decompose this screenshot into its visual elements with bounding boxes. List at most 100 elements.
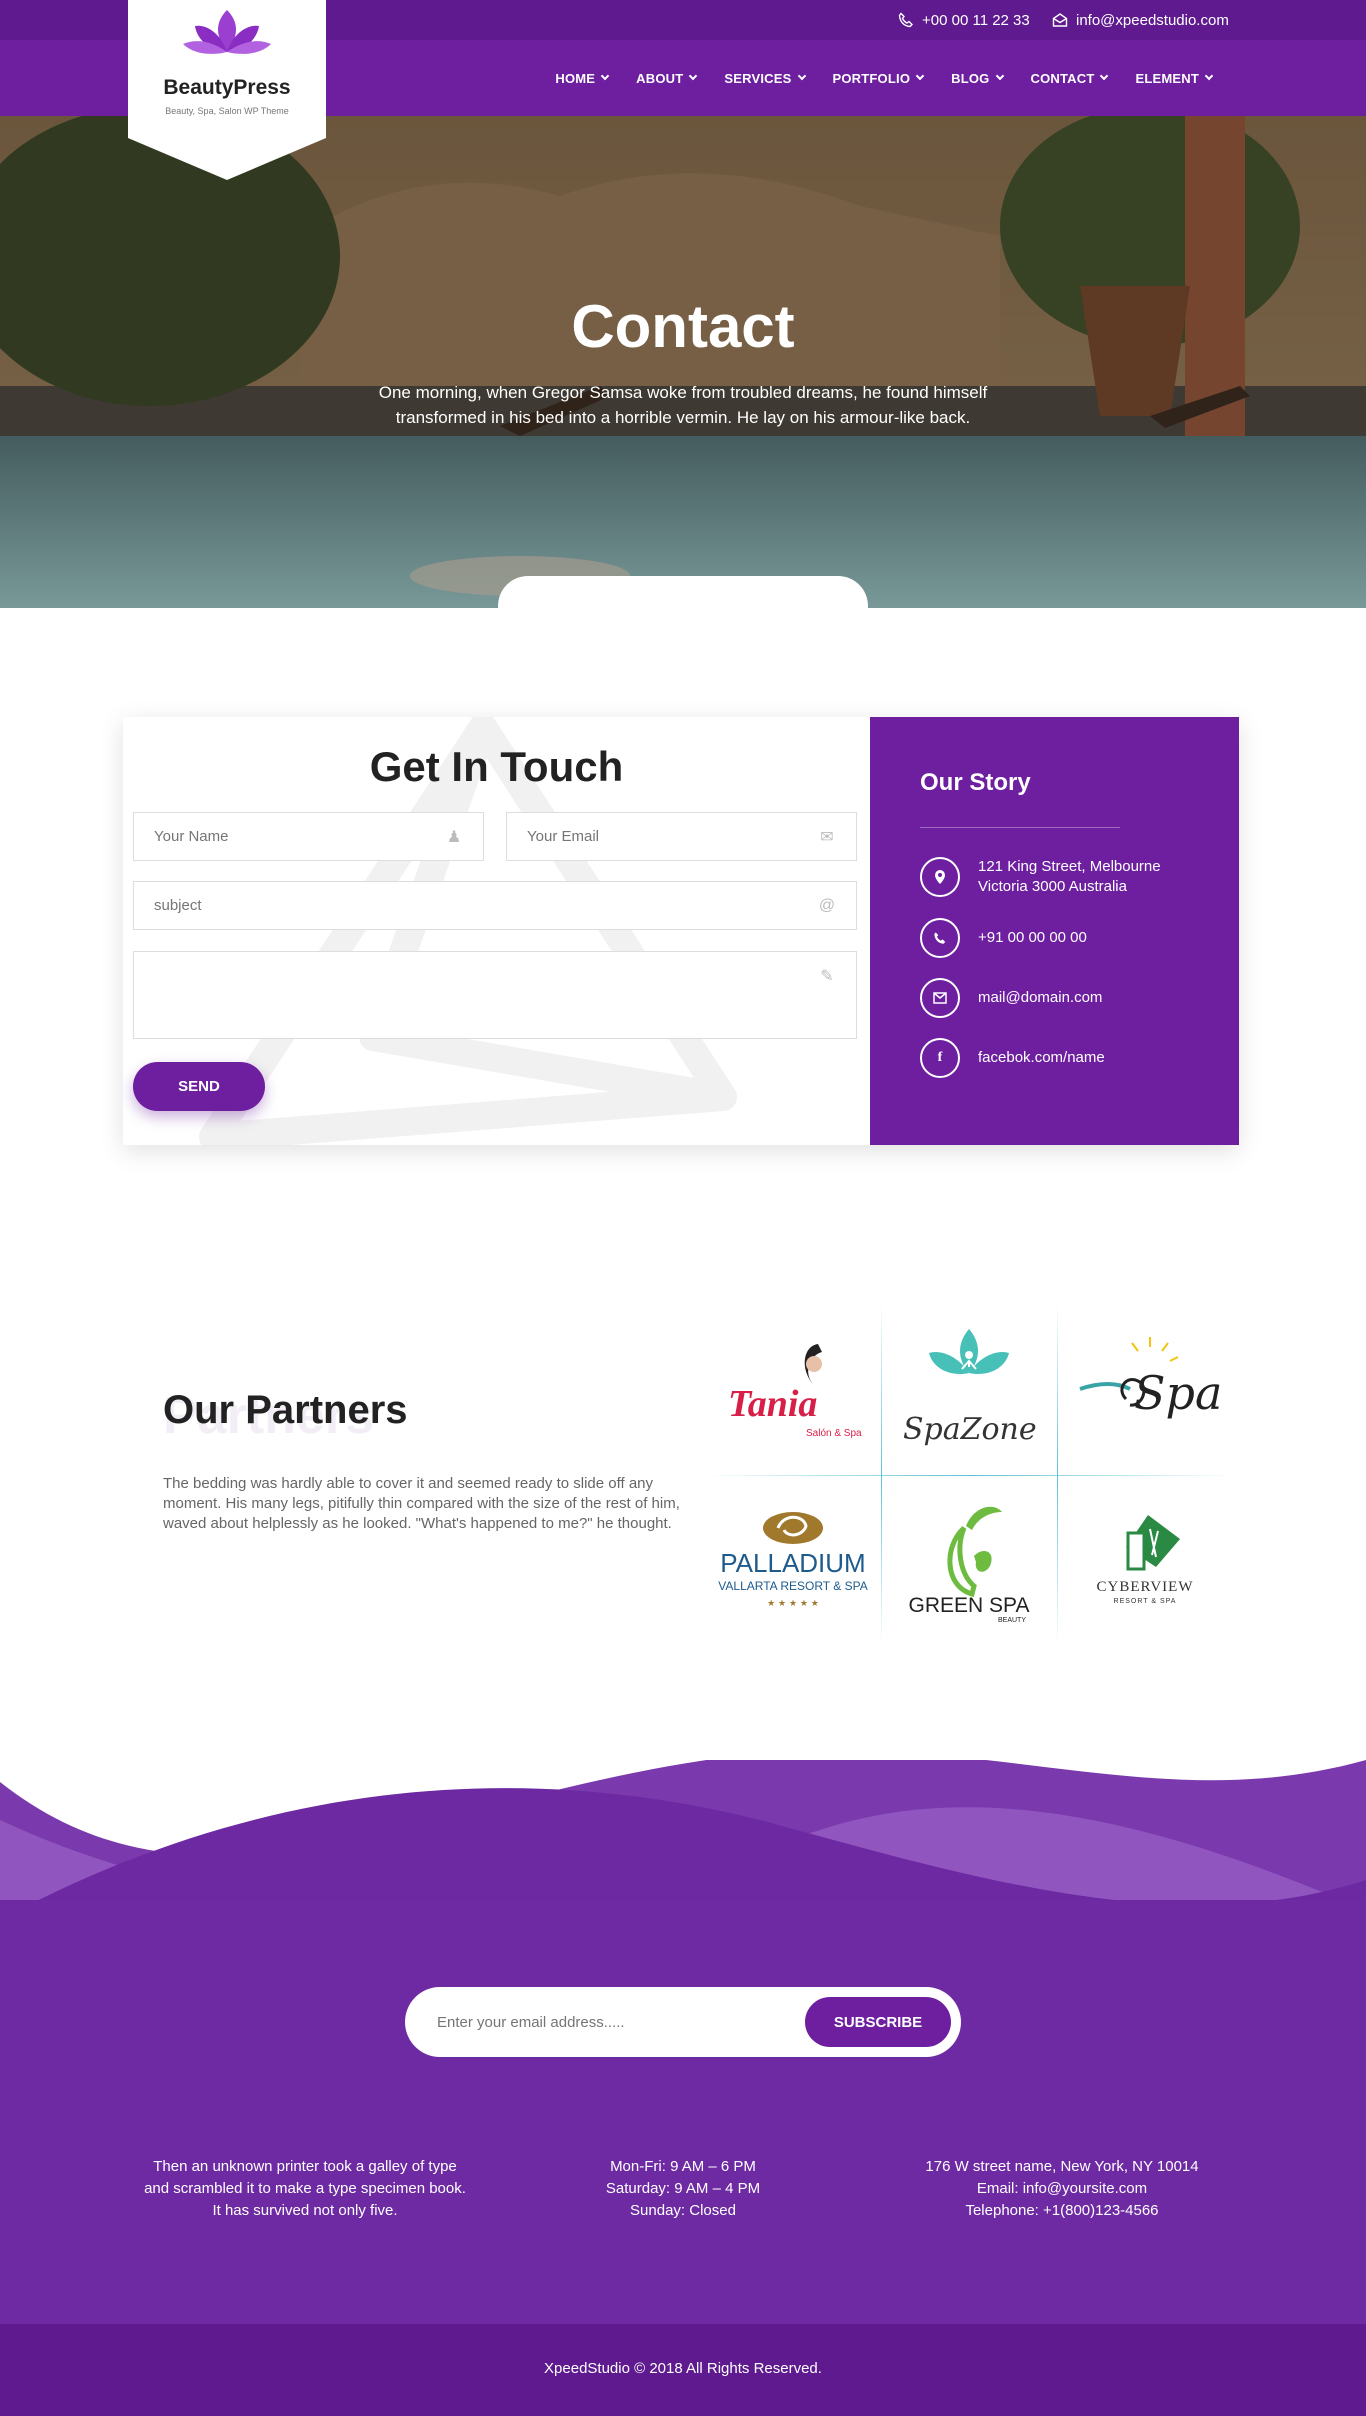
footer-hours: Mon-Fri: 9 AM – 6 PM Saturday: 9 AM – 4 …	[533, 2156, 833, 2222]
chevron-down-icon	[797, 71, 806, 81]
email-input[interactable]	[527, 813, 818, 860]
chevron-down-icon	[600, 71, 610, 81]
hero-overlay	[0, 116, 1366, 608]
hero-banner: Contact One morning, when Gregor Samsa w…	[0, 116, 1366, 608]
story-address: 121 King Street, Melbourne Victoria 3000…	[920, 857, 1178, 897]
email-field[interactable]: ✉	[506, 812, 857, 861]
copyright-text: XpeedStudio © 2018 All Rights Reserved.	[544, 2360, 822, 2377]
contact-card: Get In Touch ♟ ✉ @ ✎ SEND Our Story 121 …	[123, 717, 1239, 1145]
partner-logo-cyberview[interactable]: CYBERVIEW RESORT & SPA	[1057, 1475, 1233, 1647]
partner-logo-name: CYBERVIEW	[1097, 1579, 1194, 1595]
newsletter-email-input[interactable]	[437, 1987, 777, 2057]
story-facebook-text: facebok.com/name	[978, 1049, 1105, 1066]
subject-field[interactable]: @	[133, 881, 857, 930]
partner-logo-sub: RESORT & SPA	[1114, 1598, 1177, 1605]
logo-name: BeautyPress	[163, 76, 291, 99]
chevron-down-icon	[1204, 71, 1214, 81]
topbar-email-text: info@xpeedstudio.com	[1076, 11, 1229, 29]
name-input[interactable]	[154, 813, 445, 860]
footer-contact-line[interactable]: Email: info@yoursite.com	[892, 2178, 1232, 2200]
chevron-down-icon	[915, 71, 925, 81]
footer-hours-line: Sunday: Closed	[630, 2202, 736, 2219]
envelope-open-icon: ✉	[820, 828, 834, 846]
partner-logo-sub: Salón & Spa	[806, 1428, 862, 1439]
nav-item-services[interactable]: SERVICES	[710, 71, 818, 86]
divider	[920, 827, 1120, 828]
topbar-phone[interactable]: +00 00 11 22 33	[898, 0, 1030, 40]
footer-about: Then an unknown printer took a galley of…	[120, 2156, 490, 2222]
footer-about-line: It has survived not only five.	[212, 2202, 398, 2219]
nav-item-contact[interactable]: CONTACT	[1017, 71, 1122, 86]
partners-title: Our Partners	[163, 1388, 408, 1432]
footer-contact-line[interactable]: Telephone: +1(800)123-4566	[892, 2200, 1232, 2222]
footer-contact: 176 W street name, New York, NY 10014 Em…	[892, 2156, 1232, 2222]
nav-label: ABOUT	[636, 70, 684, 86]
partner-logo-grid: Tania Salón & Spa SpaZone Spa PALLADIUM …	[705, 1303, 1233, 1647]
logo-tagline: Beauty, Spa, Salon WP Theme	[165, 106, 289, 116]
partner-logo-name: Tania	[728, 1383, 817, 1425]
tania-logo-icon: Tania Salón & Spa	[728, 1344, 862, 1439]
message-textarea[interactable]	[154, 966, 818, 1038]
partner-logo-spa[interactable]: Spa	[1057, 1303, 1233, 1475]
phone-icon	[898, 12, 913, 28]
phone-icon	[920, 918, 960, 958]
pencil-icon: ✎	[820, 968, 834, 985]
topbar-email[interactable]: info@xpeedstudio.com	[1052, 0, 1229, 40]
chevron-down-icon	[995, 71, 1004, 81]
story-email[interactable]: mail@domain.com	[920, 978, 1102, 1018]
subject-input[interactable]	[154, 882, 818, 929]
nav-label: CONTACT	[1030, 70, 1095, 86]
nav-label: ELEMENT	[1135, 70, 1199, 86]
form-title: Get In Touch	[369, 743, 624, 790]
story-address-text: 121 King Street, Melbourne Victoria 3000…	[978, 858, 1161, 895]
partner-logo-name: PALLADIUM	[720, 1548, 865, 1578]
nav-item-home[interactable]: HOME	[541, 71, 622, 86]
footer-hours-line: Mon-Fri: 9 AM – 6 PM	[610, 2158, 756, 2175]
footer-contact-line: 176 W street name, New York, NY 10014	[925, 2158, 1199, 2175]
nav-item-element[interactable]: ELEMENT	[1121, 71, 1226, 86]
nav-label: HOME	[555, 70, 596, 86]
partners-description: The bedding was hardly able to cover it …	[163, 1475, 680, 1532]
main-nav: HOME ABOUT SERVICES PORTFOLIO BLOG CONTA…	[541, 40, 1226, 116]
topbar-phone-text: +00 00 11 22 33	[922, 11, 1030, 29]
svg-text:★ ★ ★ ★ ★: ★ ★ ★ ★ ★	[767, 1599, 819, 1609]
our-story-panel: Our Story 121 King Street, Melbourne Vic…	[870, 717, 1239, 1145]
partner-logo-green-spa[interactable]: GREEN SPA BEAUTY	[881, 1475, 1057, 1647]
story-phone[interactable]: +91 00 00 00 00	[920, 918, 1087, 958]
chevron-down-icon	[1100, 71, 1109, 81]
nav-item-blog[interactable]: BLOG	[937, 71, 1016, 86]
user-icon: ♟	[446, 828, 462, 846]
send-button[interactable]: SEND	[133, 1062, 265, 1111]
at-sign-icon: @	[818, 896, 836, 914]
story-email-text: mail@domain.com	[978, 989, 1103, 1006]
contact-form: Get In Touch ♟ ✉ @ ✎ SEND	[123, 717, 870, 1145]
nav-label: SERVICES	[724, 70, 792, 86]
nav-item-portfolio[interactable]: PORTFOLIO	[819, 71, 938, 86]
subscribe-button[interactable]: SUBSCRIBE	[805, 1997, 951, 2047]
partner-logo-tania[interactable]: Tania Salón & Spa	[705, 1303, 881, 1475]
chevron-down-icon	[689, 71, 698, 81]
newsletter-form: SUBSCRIBE	[405, 1987, 961, 2057]
nav-item-about[interactable]: ABOUT	[622, 71, 710, 86]
hero-notch-decoration	[498, 576, 868, 608]
message-field[interactable]: ✎	[133, 951, 857, 1039]
footer-bottom-bar: XpeedStudio © 2018 All Rights Reserved.	[0, 2324, 1366, 2416]
partner-logo-sub: BEAUTY	[998, 1617, 1026, 1624]
story-title: Our Story	[920, 769, 1031, 796]
name-field[interactable]: ♟	[133, 812, 484, 861]
spazone-logo-icon: SpaZone	[903, 1329, 1037, 1447]
palladium-logo-icon: PALLADIUM VALLARTA RESORT & SPA ★ ★ ★ ★ …	[718, 1512, 868, 1609]
site-logo[interactable]: BeautyPress Beauty, Spa, Salon WP Theme	[128, 0, 326, 180]
story-facebook[interactable]: f facebok.com/name	[920, 1038, 1105, 1078]
partner-logo-spazone[interactable]: SpaZone	[881, 1303, 1057, 1475]
footer-about-line: and scrambled it to make a type specimen…	[144, 2180, 466, 2197]
partner-logo-sub: VALLARTA RESORT & SPA	[718, 1579, 867, 1593]
partner-logo-palladium[interactable]: PALLADIUM VALLARTA RESORT & SPA ★ ★ ★ ★ …	[705, 1475, 881, 1647]
envelope-icon	[920, 978, 960, 1018]
cyberview-logo-icon: CYBERVIEW RESORT & SPA	[1097, 1515, 1194, 1605]
green-spa-logo-icon: GREEN SPA BEAUTY	[909, 1506, 1030, 1624]
partner-logo-name: GREEN SPA	[909, 1594, 1030, 1617]
footer-about-line: Then an unknown printer took a galley of…	[153, 2158, 457, 2175]
map-pin-icon	[920, 857, 960, 897]
spa-sun-logo-icon: Spa	[1079, 1337, 1220, 1420]
